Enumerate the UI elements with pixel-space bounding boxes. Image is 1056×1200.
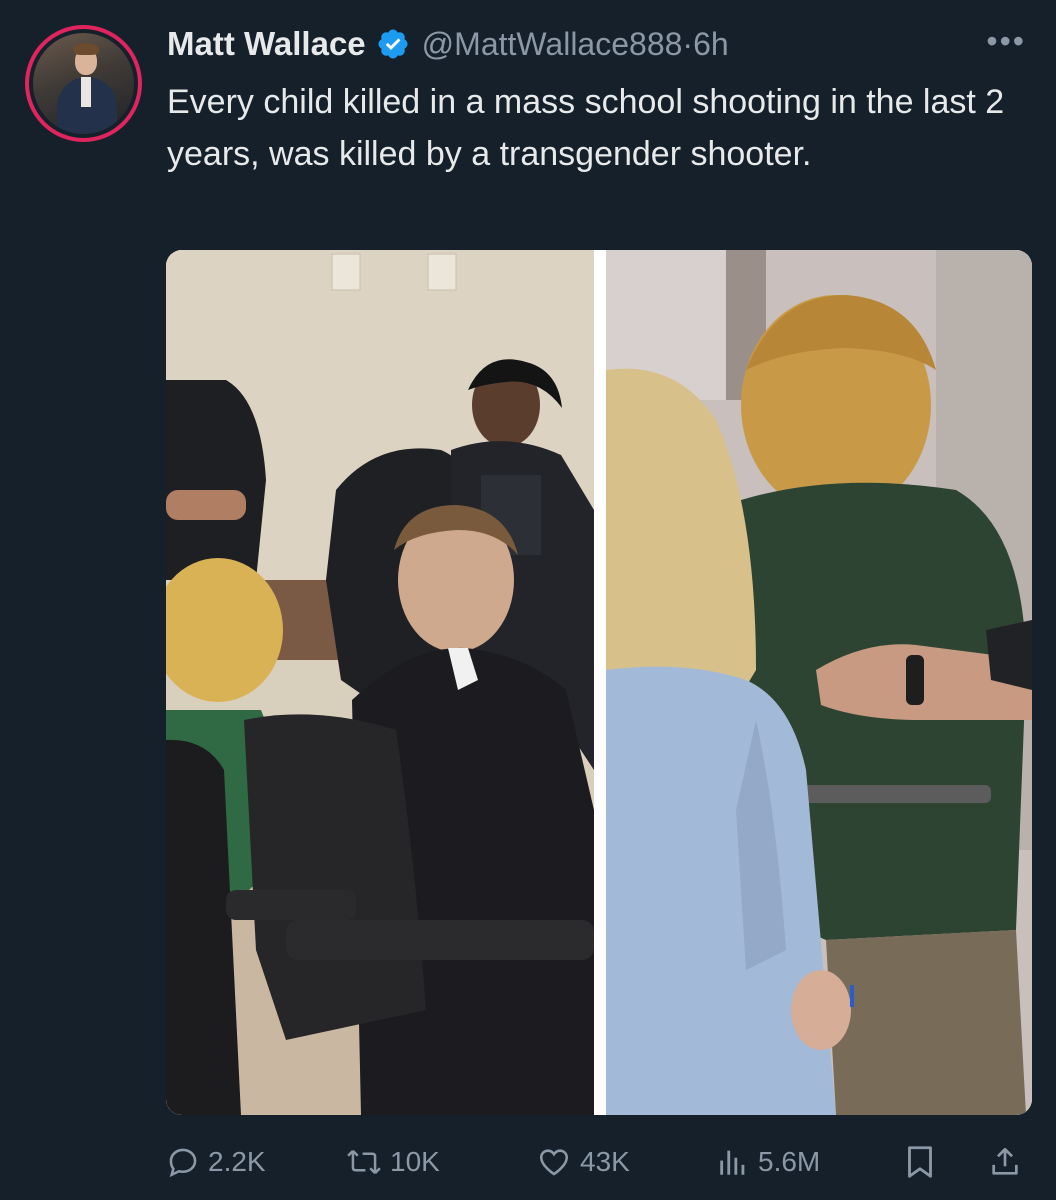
tweet-time[interactable]: 6h — [693, 26, 729, 62]
heart-icon — [539, 1149, 569, 1176]
like-button[interactable]: 43K — [536, 1145, 630, 1179]
bookmark-icon — [908, 1146, 932, 1178]
tweet-text: Every child killed in a mass school shoo… — [167, 83, 1005, 173]
tweet-media[interactable] — [166, 250, 1032, 1115]
meta-separator: · — [682, 25, 694, 62]
bookmark-button[interactable] — [904, 1144, 936, 1180]
retweet-icon — [347, 1150, 381, 1174]
view-count: 5.6M — [758, 1146, 821, 1177]
reply-button[interactable]: 2.2K — [166, 1145, 266, 1179]
retweet-button[interactable]: 10K — [346, 1145, 440, 1179]
retweet-count: 10K — [390, 1146, 440, 1177]
analytics-icon — [720, 1150, 745, 1175]
author-avatar[interactable] — [25, 25, 142, 142]
handle-text: @MattWallace888 — [421, 25, 683, 62]
courtroom-photo-right[interactable] — [606, 250, 1032, 1115]
avatar-shirt-shape — [81, 77, 91, 107]
like-count: 43K — [580, 1146, 630, 1177]
share-icon — [992, 1147, 1018, 1175]
author-handle[interactable]: @MattWallace888·6h — [422, 26, 729, 63]
author-name[interactable]: Matt Wallace — [167, 25, 366, 63]
courtroom-photo-left-illustration — [166, 250, 594, 1115]
views-button[interactable]: 5.6M — [716, 1145, 820, 1179]
more-options-icon[interactable]: ••• — [986, 22, 1026, 60]
tweet-actions-bar: 2.2K 10K 43K 5.6M — [166, 1136, 1032, 1188]
avatar-hair-shape — [73, 43, 99, 55]
verified-badge-icon — [376, 27, 410, 61]
reply-icon — [169, 1148, 197, 1178]
courtroom-photo-left[interactable] — [166, 250, 594, 1115]
reply-count: 2.2K — [208, 1146, 266, 1177]
tweet-header: Matt Wallace @MattWallace888·6h ••• — [167, 22, 1036, 66]
avatar-photo — [33, 33, 134, 134]
share-button[interactable] — [988, 1144, 1022, 1180]
courtroom-photo-right-illustration — [606, 250, 1032, 1115]
